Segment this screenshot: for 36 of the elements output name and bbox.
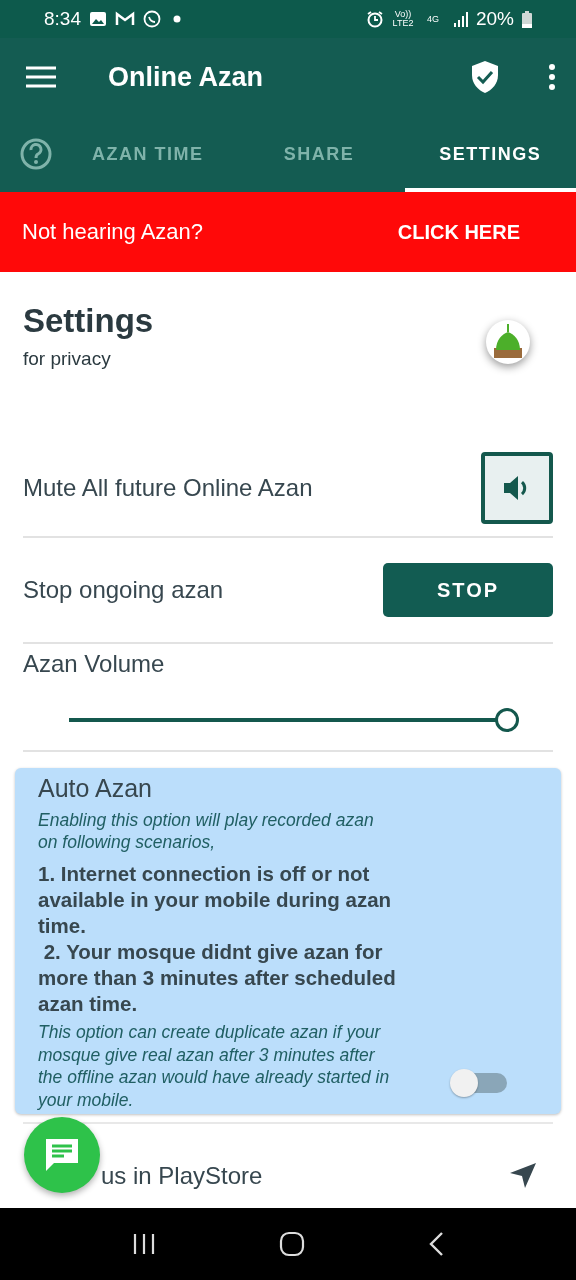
auto-azan-switch[interactable] xyxy=(449,1068,509,1098)
help-icon[interactable] xyxy=(20,138,52,170)
chat-bubble-icon xyxy=(143,10,161,28)
battery-icon xyxy=(522,10,532,28)
back-icon[interactable] xyxy=(428,1231,445,1257)
battery-percent: 20% xyxy=(475,8,514,30)
slider-thumb[interactable] xyxy=(495,708,519,732)
send-arrow-icon[interactable] xyxy=(509,1162,537,1190)
signal-icon xyxy=(451,11,468,27)
settings-subtitle: for privacy xyxy=(23,348,112,370)
shield-check-icon[interactable] xyxy=(470,60,500,94)
alarm-icon xyxy=(365,10,384,28)
clock-time: 8:34 xyxy=(44,8,81,30)
settings-heading: Settings xyxy=(23,302,154,340)
click-here-link[interactable]: CLICK HERE xyxy=(397,220,520,244)
network-label: Vo)) LTE2 xyxy=(391,10,414,28)
more-icon[interactable] xyxy=(548,64,556,90)
volume-label: Azan Volume xyxy=(23,650,165,677)
scenario-text: 1. Internet connection is off or not available in your mobile during azan time. xyxy=(38,861,393,939)
mail-icon xyxy=(115,11,135,27)
stop-label: Stop ongoing azan xyxy=(23,576,224,604)
gallery-icon xyxy=(89,11,107,27)
app-title: Online Azan xyxy=(108,61,264,93)
banner-text: Not hearing Azan? xyxy=(22,219,204,245)
auto-azan-intro: Enabling this option will play recorded azan on following scenarios, xyxy=(38,809,375,853)
speaker-button[interactable] xyxy=(481,452,553,524)
auto-azan-note: This option can create duplicate azan if your mosque give real azan after 3 minutes after the offline azan would have already started in your mobile. xyxy=(38,1021,391,1111)
rate-label[interactable]: us in PlayStore xyxy=(101,1162,263,1190)
home-icon[interactable] xyxy=(279,1231,305,1257)
stop-button[interactable]: STOP xyxy=(383,563,553,617)
mute-label: Mute All future Online Azan xyxy=(23,474,313,502)
menu-icon[interactable] xyxy=(26,66,56,88)
data-label: 4G xyxy=(425,14,440,24)
scenario-text: 2. Your mosque didnt give azan for more than 3 minutes after scheduled azan time. xyxy=(38,939,397,1017)
auto-azan-title: Auto Azan xyxy=(38,774,153,803)
recent-apps-icon[interactable] xyxy=(131,1232,156,1256)
